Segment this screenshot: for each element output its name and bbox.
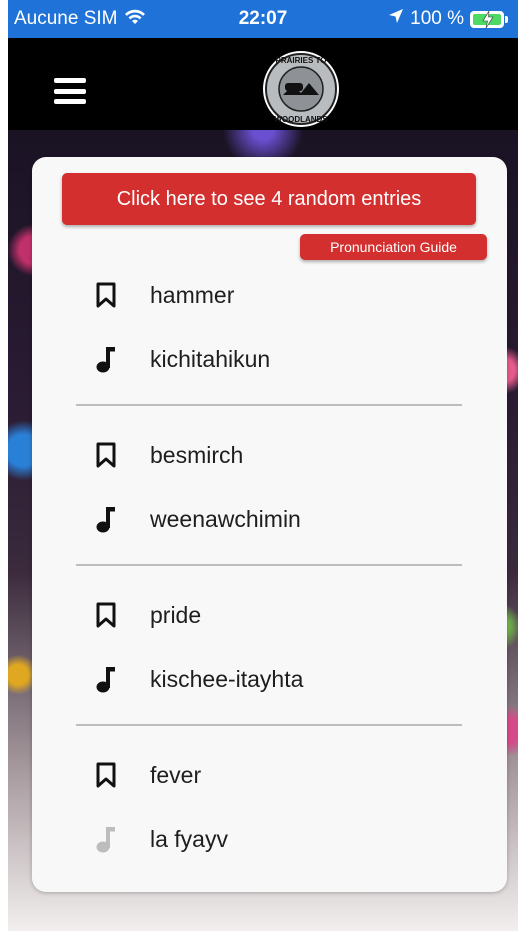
battery-icon: [470, 10, 504, 28]
hamburger-menu-icon[interactable]: [54, 78, 86, 104]
status-bar: Aucune SIM 22:07 100 %: [8, 0, 518, 38]
translation-word: kichitahikun: [150, 345, 271, 372]
status-right: 100 %: [388, 8, 508, 30]
english-word-row[interactable]: besmirch: [76, 423, 462, 487]
english-word-row[interactable]: fever: [76, 743, 462, 807]
entry-group: hammer kichitahikun: [76, 263, 462, 391]
entry-group: fever la fyayv: [76, 743, 462, 871]
logo-bottom-text: WOODLANDS: [274, 115, 328, 124]
translation-row[interactable]: kischee-itayhta: [76, 647, 462, 711]
entry-divider: [76, 724, 462, 726]
entry-group: besmirch weenawchimin: [76, 423, 462, 551]
english-word-row[interactable]: hammer: [76, 263, 462, 327]
english-word: besmirch: [150, 441, 244, 468]
music-note-icon[interactable]: [92, 345, 120, 373]
app-header: PRAIRIES TO WOODLANDS: [8, 38, 518, 130]
translation-row[interactable]: weenawchimin: [76, 487, 462, 551]
entry-group: pride kischee-itayhta: [76, 583, 462, 711]
music-note-disabled-icon: [92, 825, 120, 853]
entries-card: Click here to see 4 random entries Pronu…: [32, 157, 507, 892]
music-note-icon[interactable]: [92, 665, 120, 693]
english-word-row[interactable]: pride: [76, 583, 462, 647]
random-entries-button[interactable]: Click here to see 4 random entries: [62, 173, 476, 225]
translation-word: weenawchimin: [150, 505, 301, 532]
english-word: fever: [150, 761, 202, 788]
prairies-to-woodlands-logo: PRAIRIES TO WOODLANDS: [261, 49, 341, 129]
english-word: pride: [150, 601, 202, 628]
music-note-icon[interactable]: [92, 505, 120, 533]
entry-divider: [76, 564, 462, 566]
bookmark-icon[interactable]: [92, 601, 120, 629]
translation-row[interactable]: la fyayv: [76, 807, 462, 871]
pronunciation-guide-button[interactable]: Pronunciation Guide: [300, 234, 487, 260]
translation-word: kischee-itayhta: [150, 665, 304, 692]
logo-top-text: PRAIRIES TO: [276, 56, 327, 65]
entry-divider: [76, 404, 462, 406]
translation-row[interactable]: kichitahikun: [76, 327, 462, 391]
location-arrow-icon: [388, 8, 404, 30]
battery-tip: [505, 15, 508, 23]
english-word: hammer: [150, 281, 235, 308]
bookmark-icon[interactable]: [92, 761, 120, 789]
bookmark-icon[interactable]: [92, 441, 120, 469]
battery-percent: 100 %: [410, 8, 464, 29]
bookmark-icon[interactable]: [92, 281, 120, 309]
translation-word: la fyayv: [150, 825, 228, 852]
